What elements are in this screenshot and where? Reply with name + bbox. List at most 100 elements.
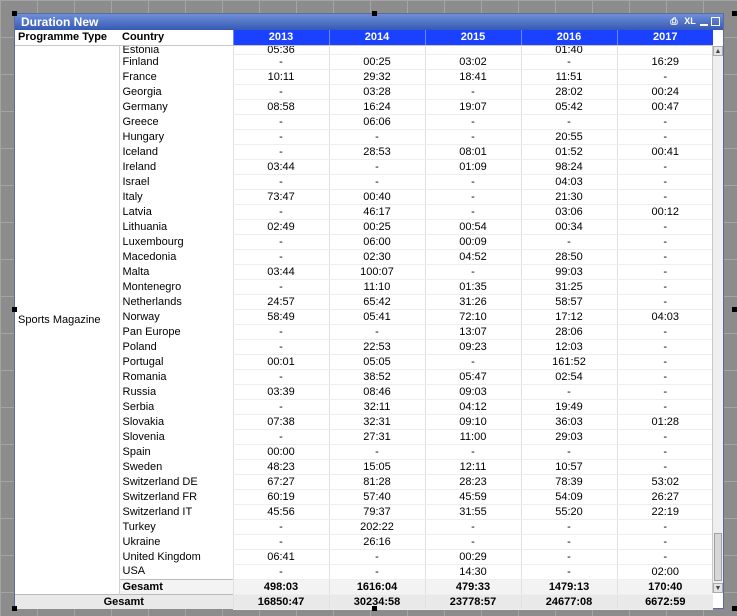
- country-cell[interactable]: Estonia: [118, 45, 233, 54]
- value-cell: 58:49: [232, 309, 329, 325]
- country-cell[interactable]: Finland: [118, 54, 233, 69]
- programme-cell[interactable]: Sports Magazine: [15, 45, 119, 594]
- value-cell: -: [232, 279, 329, 295]
- country-cell[interactable]: Switzerland FR: [118, 489, 233, 504]
- resize-handle[interactable]: [12, 11, 17, 16]
- country-cell[interactable]: United Kingdom: [118, 549, 233, 564]
- country-cell[interactable]: Ireland: [118, 159, 233, 174]
- table-row: Georgia -03:28-28:02 00:24: [15, 84, 713, 100]
- country-cell[interactable]: Lithuania: [118, 219, 233, 234]
- country-cell[interactable]: Ukraine: [118, 534, 233, 549]
- value-cell: 02:54: [520, 369, 617, 385]
- value-cell: 03:06: [520, 204, 617, 220]
- table-row: Lithuania 02:49 00:25 00:54 00:34-: [15, 219, 713, 235]
- resize-handle[interactable]: [12, 606, 17, 611]
- country-cell[interactable]: France: [118, 69, 233, 84]
- value-cell: -: [424, 534, 521, 550]
- value-cell: 00:47: [616, 99, 713, 115]
- value-cell: 22:53: [328, 339, 425, 355]
- value-cell: -: [232, 114, 329, 130]
- value-cell: 01:40: [520, 45, 617, 55]
- value-cell: -: [232, 324, 329, 340]
- header-country[interactable]: Country: [119, 30, 233, 46]
- country-cell[interactable]: Pan Europe: [118, 324, 233, 339]
- value-cell: -: [232, 84, 329, 100]
- value-cell: [616, 45, 713, 55]
- table-row: Sweden 48:23 15:05 12:11 10:57-: [15, 459, 713, 475]
- value-cell: 28:06: [520, 324, 617, 340]
- value-cell: -: [232, 534, 329, 550]
- scrollbar-thumb[interactable]: [714, 533, 722, 581]
- value-cell: -: [232, 249, 329, 265]
- country-cell[interactable]: Switzerland IT: [118, 504, 233, 519]
- country-cell[interactable]: Russia: [118, 384, 233, 399]
- table-row: Ukraine -26:16- - -: [15, 534, 713, 550]
- resize-handle[interactable]: [372, 11, 377, 16]
- resize-handle[interactable]: [732, 606, 737, 611]
- value-cell: 202:22: [328, 519, 425, 535]
- vertical-scrollbar[interactable]: ▲ ▼: [712, 46, 723, 593]
- country-cell[interactable]: Turkey: [118, 519, 233, 534]
- country-cell[interactable]: Slovakia: [118, 414, 233, 429]
- country-cell[interactable]: Iceland: [118, 144, 233, 159]
- country-cell[interactable]: Serbia: [118, 399, 233, 414]
- country-cell[interactable]: Slovenia: [118, 429, 233, 444]
- country-cell[interactable]: Malta: [118, 264, 233, 279]
- country-cell[interactable]: Italy: [118, 189, 233, 204]
- country-cell[interactable]: Israel: [118, 174, 233, 189]
- table-row: Macedonia -02:30 04:52 28:50-: [15, 249, 713, 265]
- header-year[interactable]: 2014: [328, 30, 425, 46]
- header-programme-type[interactable]: Programme Type: [15, 30, 119, 46]
- value-cell: 08:58: [232, 99, 329, 115]
- header-year[interactable]: 2013: [232, 30, 329, 46]
- value-cell: 00:54: [424, 219, 521, 235]
- header-year[interactable]: 2016: [520, 30, 617, 46]
- resize-handle[interactable]: [732, 307, 737, 312]
- value-cell: 98:24: [520, 159, 617, 175]
- value-cell: -: [328, 549, 425, 565]
- print-icon[interactable]: ⎙: [668, 15, 680, 27]
- grand-total-row: Gesamt 16850:47 30234:58 23778:57 24677:08 66…: [15, 593, 713, 610]
- country-cell[interactable]: Macedonia: [118, 249, 233, 264]
- country-cell[interactable]: Portugal: [118, 354, 233, 369]
- grand-total-value: 23778:57: [424, 593, 521, 610]
- country-cell[interactable]: Romania: [118, 369, 233, 384]
- country-cell[interactable]: Hungary: [118, 129, 233, 144]
- subtotal-value: 170:40: [616, 578, 713, 595]
- country-cell[interactable]: USA: [118, 564, 233, 579]
- value-cell: 11:00: [424, 429, 521, 445]
- country-cell[interactable]: Montenegro: [118, 279, 233, 294]
- country-cell[interactable]: Netherlands: [118, 294, 233, 309]
- value-cell: -: [616, 324, 713, 340]
- country-cell[interactable]: Poland: [118, 339, 233, 354]
- country-cell[interactable]: Norway: [118, 309, 233, 324]
- value-cell: -: [616, 189, 713, 205]
- country-cell[interactable]: Sweden: [118, 459, 233, 474]
- header-year[interactable]: 2017: [616, 30, 713, 46]
- window-titlebar[interactable]: Duration New ⎙ XL: [15, 14, 723, 30]
- excel-export-button[interactable]: XL: [683, 15, 697, 27]
- value-cell: 20:55: [520, 129, 617, 145]
- country-cell[interactable]: Latvia: [118, 204, 233, 219]
- value-cell: 05:42: [520, 99, 617, 115]
- country-cell[interactable]: Switzerland DE: [118, 474, 233, 489]
- country-cell[interactable]: Georgia: [118, 84, 233, 99]
- value-cell: 05:41: [328, 309, 425, 325]
- country-cell[interactable]: Luxembourg: [118, 234, 233, 249]
- value-cell: 00:40: [328, 189, 425, 205]
- minimize-icon[interactable]: [700, 16, 708, 26]
- country-cell[interactable]: Germany: [118, 99, 233, 114]
- resize-handle[interactable]: [732, 11, 737, 16]
- value-cell: 54:09: [520, 489, 617, 505]
- value-cell: 00:41: [616, 144, 713, 160]
- scroll-down-icon[interactable]: ▼: [713, 583, 723, 593]
- maximize-icon[interactable]: [711, 17, 720, 26]
- header-year[interactable]: 2015: [424, 30, 521, 46]
- country-cell[interactable]: Greece: [118, 114, 233, 129]
- resize-handle[interactable]: [372, 606, 377, 611]
- scroll-up-icon[interactable]: ▲: [713, 46, 723, 56]
- country-cell[interactable]: Spain: [118, 444, 233, 459]
- value-cell: -: [616, 519, 713, 535]
- resize-handle[interactable]: [12, 307, 17, 312]
- subtotal-value: 498:03: [232, 578, 329, 595]
